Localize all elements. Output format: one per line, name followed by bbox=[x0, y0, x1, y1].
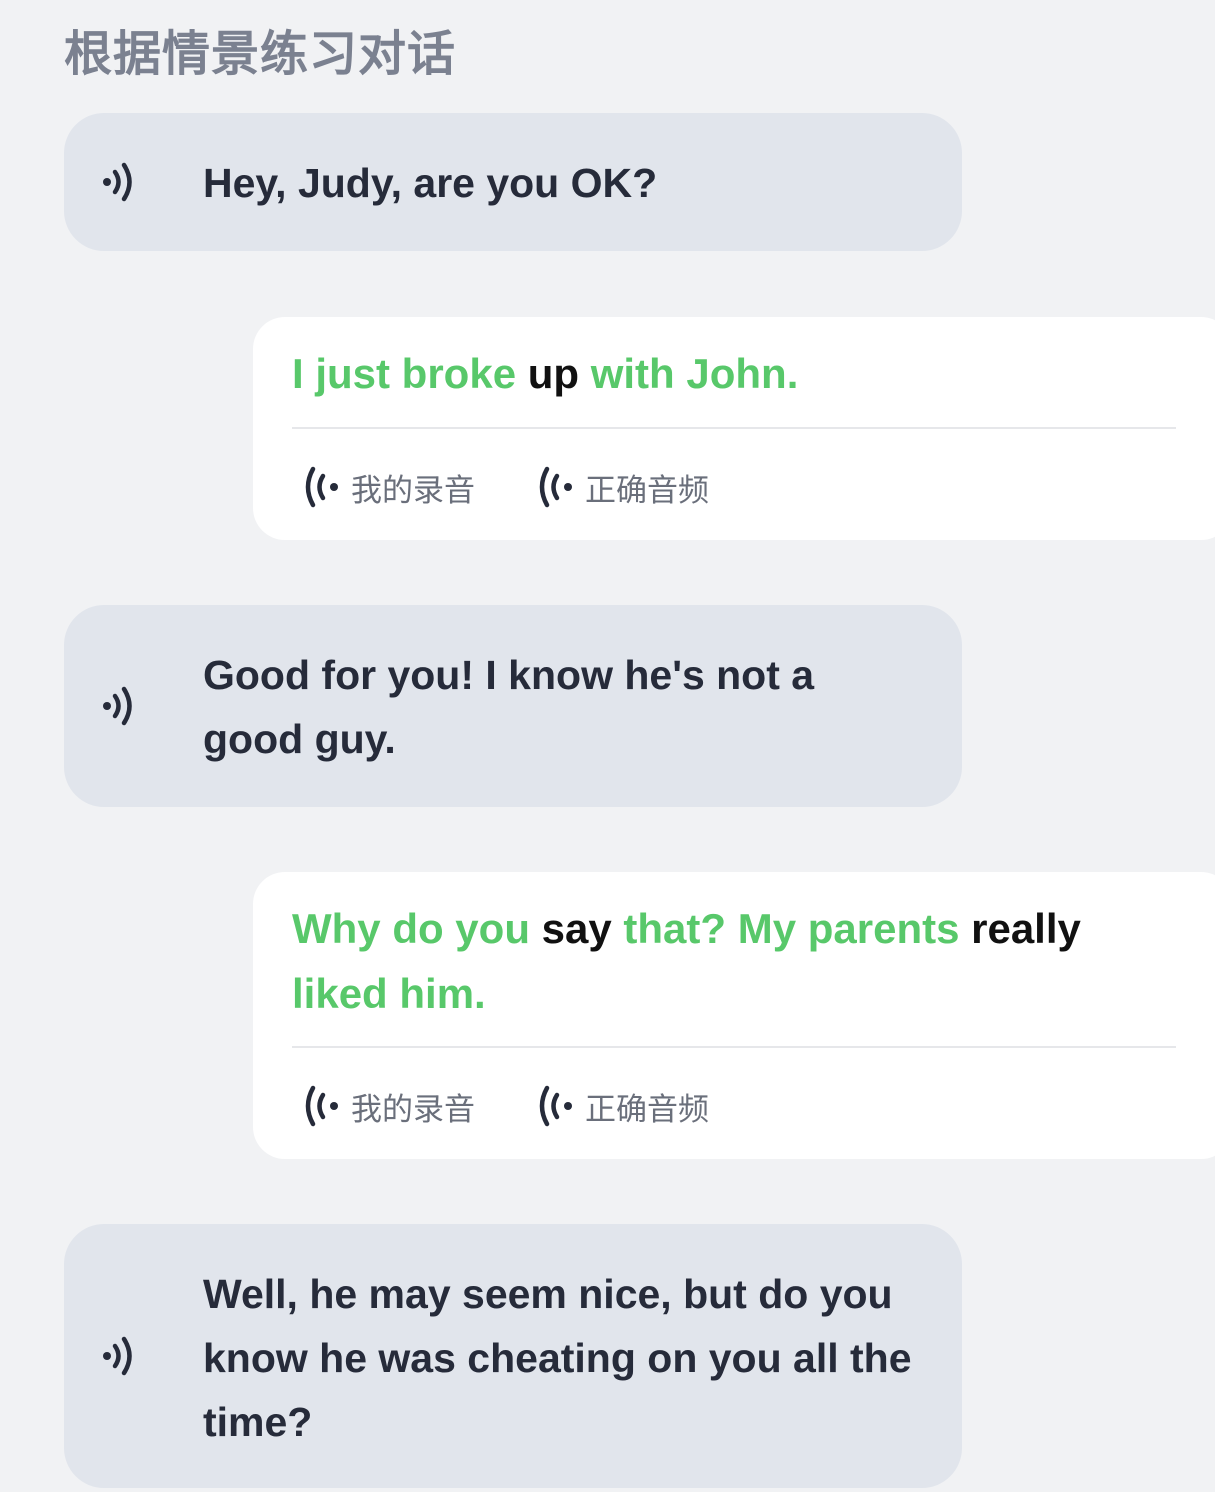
recording-wave-icon bbox=[305, 1085, 338, 1127]
divider bbox=[292, 1046, 1176, 1048]
recording-wave-icon bbox=[305, 466, 338, 508]
word-correct: Why do you bbox=[292, 905, 530, 952]
word-correct: I just broke bbox=[292, 350, 517, 397]
reply-text: I just broke up with John. bbox=[292, 341, 1182, 406]
my-recording-label: 我的录音 bbox=[351, 472, 475, 509]
my-recording-button[interactable]: 我的录音 bbox=[303, 462, 475, 512]
audio-wave-icon bbox=[539, 466, 572, 508]
correct-audio-button[interactable]: 正确音频 bbox=[537, 1081, 709, 1131]
prompt-text: Well, he may seem nice, but do you know … bbox=[203, 1271, 912, 1445]
audio-wave-icon bbox=[539, 1085, 572, 1127]
reply-text: Why do you say that? My parents really l… bbox=[292, 896, 1182, 1026]
correct-audio-label: 正确音频 bbox=[585, 1091, 709, 1128]
divider bbox=[292, 427, 1176, 429]
prompt-text: Good for you! I know he's not a good guy… bbox=[203, 652, 815, 762]
page-title: 根据情景练习对话 bbox=[64, 26, 457, 82]
prompt-text: Hey, Judy, are you OK? bbox=[203, 160, 658, 206]
word-correct: liked him. bbox=[292, 970, 486, 1017]
reply-card: I just broke up with John. 我的录音 正确音频 bbox=[253, 317, 1215, 540]
word-correct: that? My parents bbox=[623, 905, 960, 952]
prompt-bubble: Good for you! I know he's not a good guy… bbox=[64, 605, 962, 807]
prompt-bubble: Well, he may seem nice, but do you know … bbox=[64, 1224, 962, 1488]
my-recording-label: 我的录音 bbox=[351, 1091, 475, 1128]
prompt-bubble: Hey, Judy, are you OK? bbox=[64, 113, 962, 251]
correct-audio-label: 正确音频 bbox=[585, 472, 709, 509]
speaker-icon[interactable] bbox=[98, 682, 144, 730]
word-incorrect: up bbox=[527, 350, 580, 397]
word-correct: with John. bbox=[590, 350, 799, 397]
word-incorrect: really bbox=[971, 905, 1081, 952]
my-recording-button[interactable]: 我的录音 bbox=[303, 1081, 475, 1131]
speaker-icon[interactable] bbox=[98, 158, 144, 206]
word-incorrect: say bbox=[541, 905, 612, 952]
speaker-icon[interactable] bbox=[98, 1332, 144, 1380]
correct-audio-button[interactable]: 正确音频 bbox=[537, 462, 709, 512]
reply-card: Why do you say that? My parents really l… bbox=[253, 872, 1215, 1159]
